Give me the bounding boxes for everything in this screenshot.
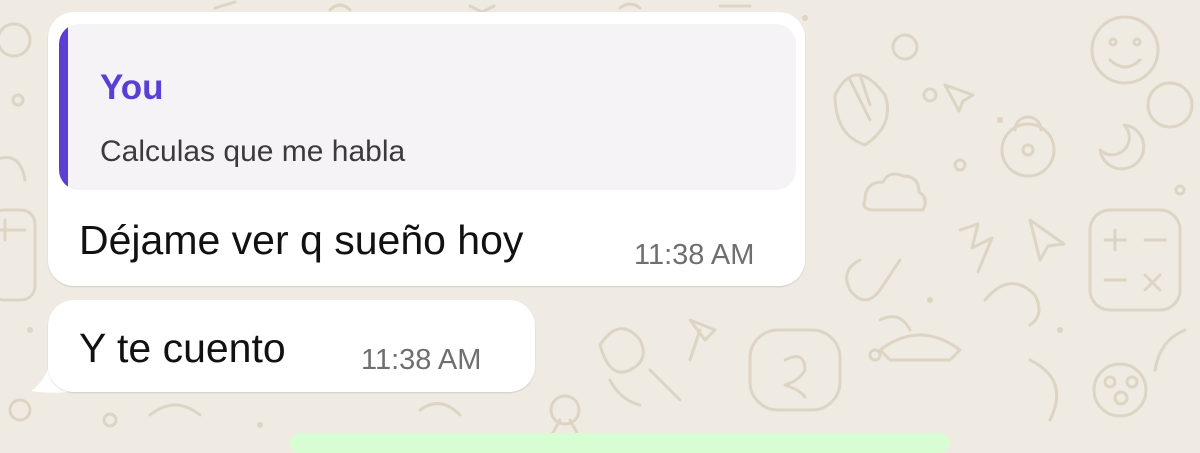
incoming-message-bubble[interactable]: Y te cuento 11:38 AM	[48, 300, 535, 392]
quote-accent-bar	[59, 24, 68, 190]
quoted-reply[interactable]: You Calculas que me habla	[59, 24, 796, 190]
incoming-message-bubble[interactable]: You Calculas que me habla Déjame ver q s…	[48, 12, 805, 286]
message-text: Y te cuento	[79, 325, 286, 371]
quote-text: Calculas que me habla	[100, 135, 406, 168]
message-timestamp: 11:38 AM	[361, 344, 482, 376]
message-timestamp: 11:38 AM	[634, 239, 755, 271]
outgoing-message-bubble-partial[interactable]	[290, 433, 950, 453]
quote-author: You	[100, 68, 164, 107]
message-text: Déjame ver q sueño hoy	[79, 217, 524, 263]
